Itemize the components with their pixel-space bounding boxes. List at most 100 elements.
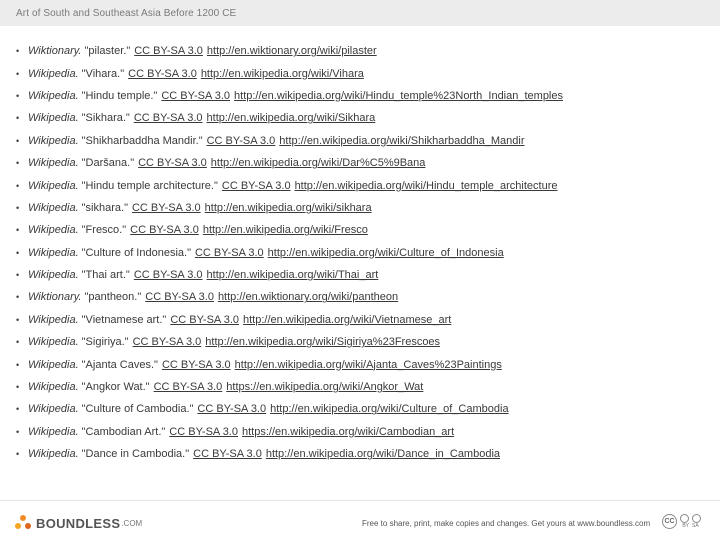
reference-item: • Wikipedia. "Thai art." CC BY-SA 3.0 http:/…	[16, 264, 706, 286]
reference-item: • Wikipedia. "Dance in Cambodia." CC BY-SA …	[16, 443, 706, 465]
license-link[interactable]: CC BY-SA 3.0	[134, 45, 203, 57]
reference-url-link[interactable]: https://en.wikipedia.org/wiki/Angkor_Wat	[226, 381, 423, 393]
bullet-icon: •	[16, 158, 20, 169]
license-link[interactable]: CC BY-SA 3.0	[154, 381, 223, 393]
reference-url-link[interactable]: http://en.wikipedia.org/wiki/Ajanta_Cave…	[235, 359, 502, 371]
reference-item: • Wikipedia. "Ajanta Caves." CC BY-SA 3.0 ht…	[16, 353, 706, 375]
reference-title: "Cambodian Art."	[81, 425, 166, 438]
bullet-icon: •	[16, 337, 20, 348]
reference-source: Wikipedia.	[28, 112, 79, 125]
reference-source: Wikipedia.	[28, 179, 79, 192]
reference-url-link[interactable]: http://en.wikipedia.org/wiki/Thai_art	[207, 269, 379, 281]
reference-title: "Culture of Cambodia."	[81, 403, 194, 416]
reference-url-link[interactable]: http://en.wikipedia.org/wiki/Vihara	[201, 68, 364, 80]
reference-title: "Dance in Cambodia."	[81, 448, 190, 461]
logo-text: BOUNDLESS	[36, 515, 121, 531]
header-bar: Art of South and Southeast Asia Before 1…	[0, 0, 720, 26]
license-link[interactable]: CC BY-SA 3.0	[169, 426, 238, 438]
reference-source: Wikipedia.	[28, 201, 79, 214]
reference-source: Wikipedia.	[28, 313, 79, 326]
reference-url-link[interactable]: https://en.wikipedia.org/wiki/Cambodian_…	[242, 426, 454, 438]
license-link[interactable]: CC BY-SA 3.0	[134, 269, 203, 281]
reference-url-link[interactable]: http://en.wikipedia.org/wiki/Hindu_templ…	[234, 90, 563, 102]
bullet-icon: •	[16, 404, 20, 415]
license-link[interactable]: CC BY-SA 3.0	[134, 112, 203, 124]
reference-title: "Angkor Wat."	[81, 381, 150, 394]
reference-source: Wikipedia.	[28, 157, 79, 170]
reference-source: Wikipedia.	[28, 224, 79, 237]
reference-item: • Wikipedia. "Sikhara." CC BY-SA 3.0 http://…	[16, 107, 706, 129]
footer-divider	[0, 500, 720, 501]
license-link[interactable]: CC BY-SA 3.0	[222, 180, 291, 192]
reference-title: "pilaster."	[84, 45, 131, 58]
reference-item: • Wikipedia. "Hindu temple architecture." C…	[16, 174, 706, 196]
license-link[interactable]: CC BY-SA 3.0	[138, 157, 207, 169]
bullet-icon: •	[16, 382, 20, 393]
reference-title: "Vietnamese art."	[81, 313, 167, 326]
reference-source: Wikipedia.	[28, 336, 79, 349]
license-link[interactable]: CC BY-SA 3.0	[133, 336, 202, 348]
reference-url-link[interactable]: http://en.wikipedia.org/wiki/Sikhara	[207, 112, 376, 124]
reference-title: "Culture of Indonesia."	[81, 246, 191, 259]
reference-url-link[interactable]: http://en.wiktionary.org/wiki/pantheon	[218, 291, 398, 303]
bullet-icon: •	[16, 247, 20, 258]
reference-source: Wikipedia.	[28, 403, 79, 416]
license-link[interactable]: CC BY-SA 3.0	[162, 359, 231, 371]
bullet-icon: •	[16, 426, 20, 437]
reference-item: • Wikipedia. "Cambodian Art." CC BY-SA 3.0 h…	[16, 421, 706, 443]
reference-title: "sikhara."	[81, 201, 128, 214]
bullet-icon: •	[16, 68, 20, 79]
bullet-icon: •	[16, 180, 20, 191]
reference-item: • Wikipedia. "Shikharbaddha Mandir." CC BY-…	[16, 130, 706, 152]
bullet-icon: •	[16, 270, 20, 281]
reference-title: "Hindu temple architecture."	[81, 179, 218, 192]
reference-url-link[interactable]: http://en.wiktionary.org/wiki/pilaster	[207, 45, 377, 57]
reference-url-link[interactable]: http://en.wikipedia.org/wiki/Sigiriya%23…	[205, 336, 440, 348]
reference-source: Wikipedia.	[28, 246, 79, 259]
reference-source: Wikipedia.	[28, 89, 79, 102]
reference-item: • Wikipedia. "Hindu temple." CC BY-SA 3.0 ht…	[16, 85, 706, 107]
reference-source: Wiktionary.	[28, 45, 82, 58]
reference-url-link[interactable]: http://en.wikipedia.org/wiki/Dance_in_Ca…	[266, 448, 500, 460]
page-title: Art of South and Southeast Asia Before 1…	[16, 8, 237, 19]
boundless-logo[interactable]: BOUNDLESS .COM	[14, 514, 142, 532]
reference-title: "Thai art."	[81, 269, 130, 282]
bullet-icon: •	[16, 225, 20, 236]
reference-title: "Fresco."	[81, 224, 127, 237]
license-link[interactable]: CC BY-SA 3.0	[128, 68, 197, 80]
bullet-icon: •	[16, 292, 20, 303]
cc-license-badge[interactable]: CC BY SA	[662, 514, 701, 529]
reference-item: • Wiktionary. "pilaster." CC BY-SA 3.0 http:…	[16, 40, 706, 62]
bullet-icon: •	[16, 314, 20, 325]
reference-url-link[interactable]: http://en.wikipedia.org/wiki/Hindu_templ…	[295, 180, 558, 192]
license-link[interactable]: CC BY-SA 3.0	[161, 90, 230, 102]
reference-item: • Wikipedia. "Vihara." CC BY-SA 3.0 http://e…	[16, 62, 706, 84]
reference-url-link[interactable]: http://en.wikipedia.org/wiki/Culture_of_…	[270, 403, 508, 415]
reference-url-link[interactable]: http://en.wikipedia.org/wiki/Dar%C5%9Ban…	[211, 157, 426, 169]
license-link[interactable]: CC BY-SA 3.0	[170, 314, 239, 326]
reference-item: • Wiktionary. "pantheon." CC BY-SA 3.0 http:…	[16, 286, 706, 308]
license-link[interactable]: CC BY-SA 3.0	[195, 247, 264, 259]
cc-icon: CC	[662, 514, 677, 529]
boundless-logo-icon	[15, 515, 31, 529]
reference-item: • Wikipedia. "Daršana." CC BY-SA 3.0 http://…	[16, 152, 706, 174]
reference-title: "Sigiriya."	[81, 336, 129, 349]
license-link[interactable]: CC BY-SA 3.0	[207, 135, 276, 147]
reference-source: Wikipedia.	[28, 448, 79, 461]
reference-source: Wiktionary.	[28, 291, 82, 304]
reference-url-link[interactable]: http://en.wikipedia.org/wiki/Shikharbadd…	[279, 135, 524, 147]
reference-url-link[interactable]: http://en.wikipedia.org/wiki/Fresco	[203, 224, 368, 236]
license-link[interactable]: CC BY-SA 3.0	[130, 224, 199, 236]
reference-title: "Hindu temple."	[81, 89, 158, 102]
bullet-icon: •	[16, 202, 20, 213]
bullet-icon: •	[16, 449, 20, 460]
reference-url-link[interactable]: http://en.wikipedia.org/wiki/Vietnamese_…	[243, 314, 451, 326]
reference-url-link[interactable]: http://en.wikipedia.org/wiki/Culture_of_…	[268, 247, 504, 259]
reference-title: "Vihara."	[81, 67, 125, 80]
license-link[interactable]: CC BY-SA 3.0	[145, 291, 214, 303]
license-link[interactable]: CC BY-SA 3.0	[193, 448, 262, 460]
license-link[interactable]: CC BY-SA 3.0	[132, 202, 201, 214]
license-link[interactable]: CC BY-SA 3.0	[197, 403, 266, 415]
reference-url-link[interactable]: http://en.wikipedia.org/wiki/sikhara	[205, 202, 372, 214]
reference-source: Wikipedia.	[28, 381, 79, 394]
